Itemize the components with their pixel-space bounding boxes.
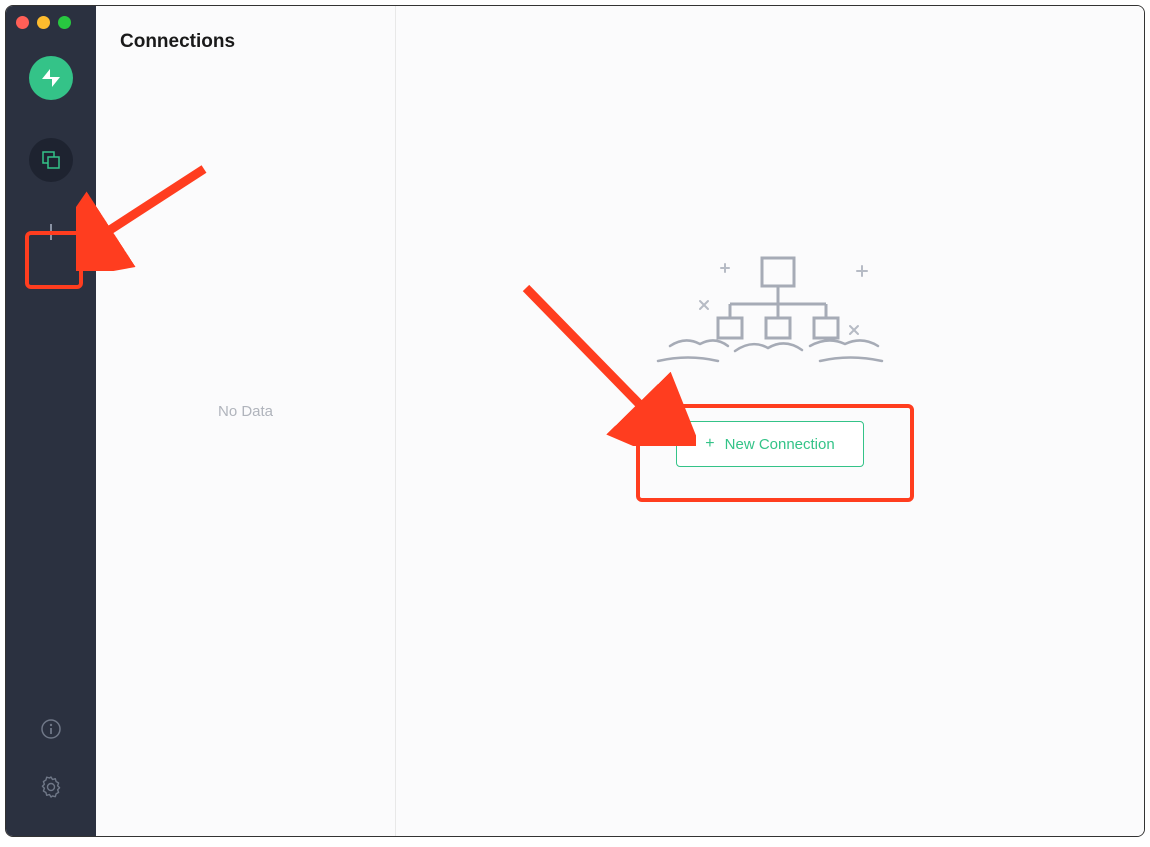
new-connection-label: New Connection — [725, 436, 835, 453]
plus-icon: + — [705, 435, 714, 453]
info-icon — [40, 718, 62, 740]
nav-bottom — [39, 718, 63, 816]
app-window: Connections No Data — [5, 5, 1145, 837]
nav-connections[interactable] — [29, 138, 73, 182]
maximize-window-button[interactable] — [58, 16, 71, 29]
nav-info[interactable] — [40, 718, 62, 745]
main-content: + New Connection — [396, 6, 1144, 836]
connections-icon — [41, 150, 61, 170]
no-data-text: No Data — [218, 403, 273, 420]
nav-settings[interactable] — [39, 775, 63, 804]
panel-empty-state: No Data — [96, 78, 395, 836]
minimize-window-button[interactable] — [37, 16, 50, 29]
empty-state-illustration — [640, 226, 900, 391]
sidebar-nav — [6, 6, 96, 836]
panel-title: Connections — [96, 6, 395, 78]
app-logo[interactable] — [29, 56, 73, 100]
close-window-button[interactable] — [16, 16, 29, 29]
connections-panel: Connections No Data — [96, 6, 396, 836]
plus-icon — [40, 221, 62, 243]
app-logo-icon — [38, 65, 64, 91]
window-controls — [16, 16, 71, 29]
nav-add-new[interactable] — [29, 210, 73, 254]
new-connection-button[interactable]: + New Connection — [676, 421, 863, 467]
gear-icon — [39, 775, 63, 799]
